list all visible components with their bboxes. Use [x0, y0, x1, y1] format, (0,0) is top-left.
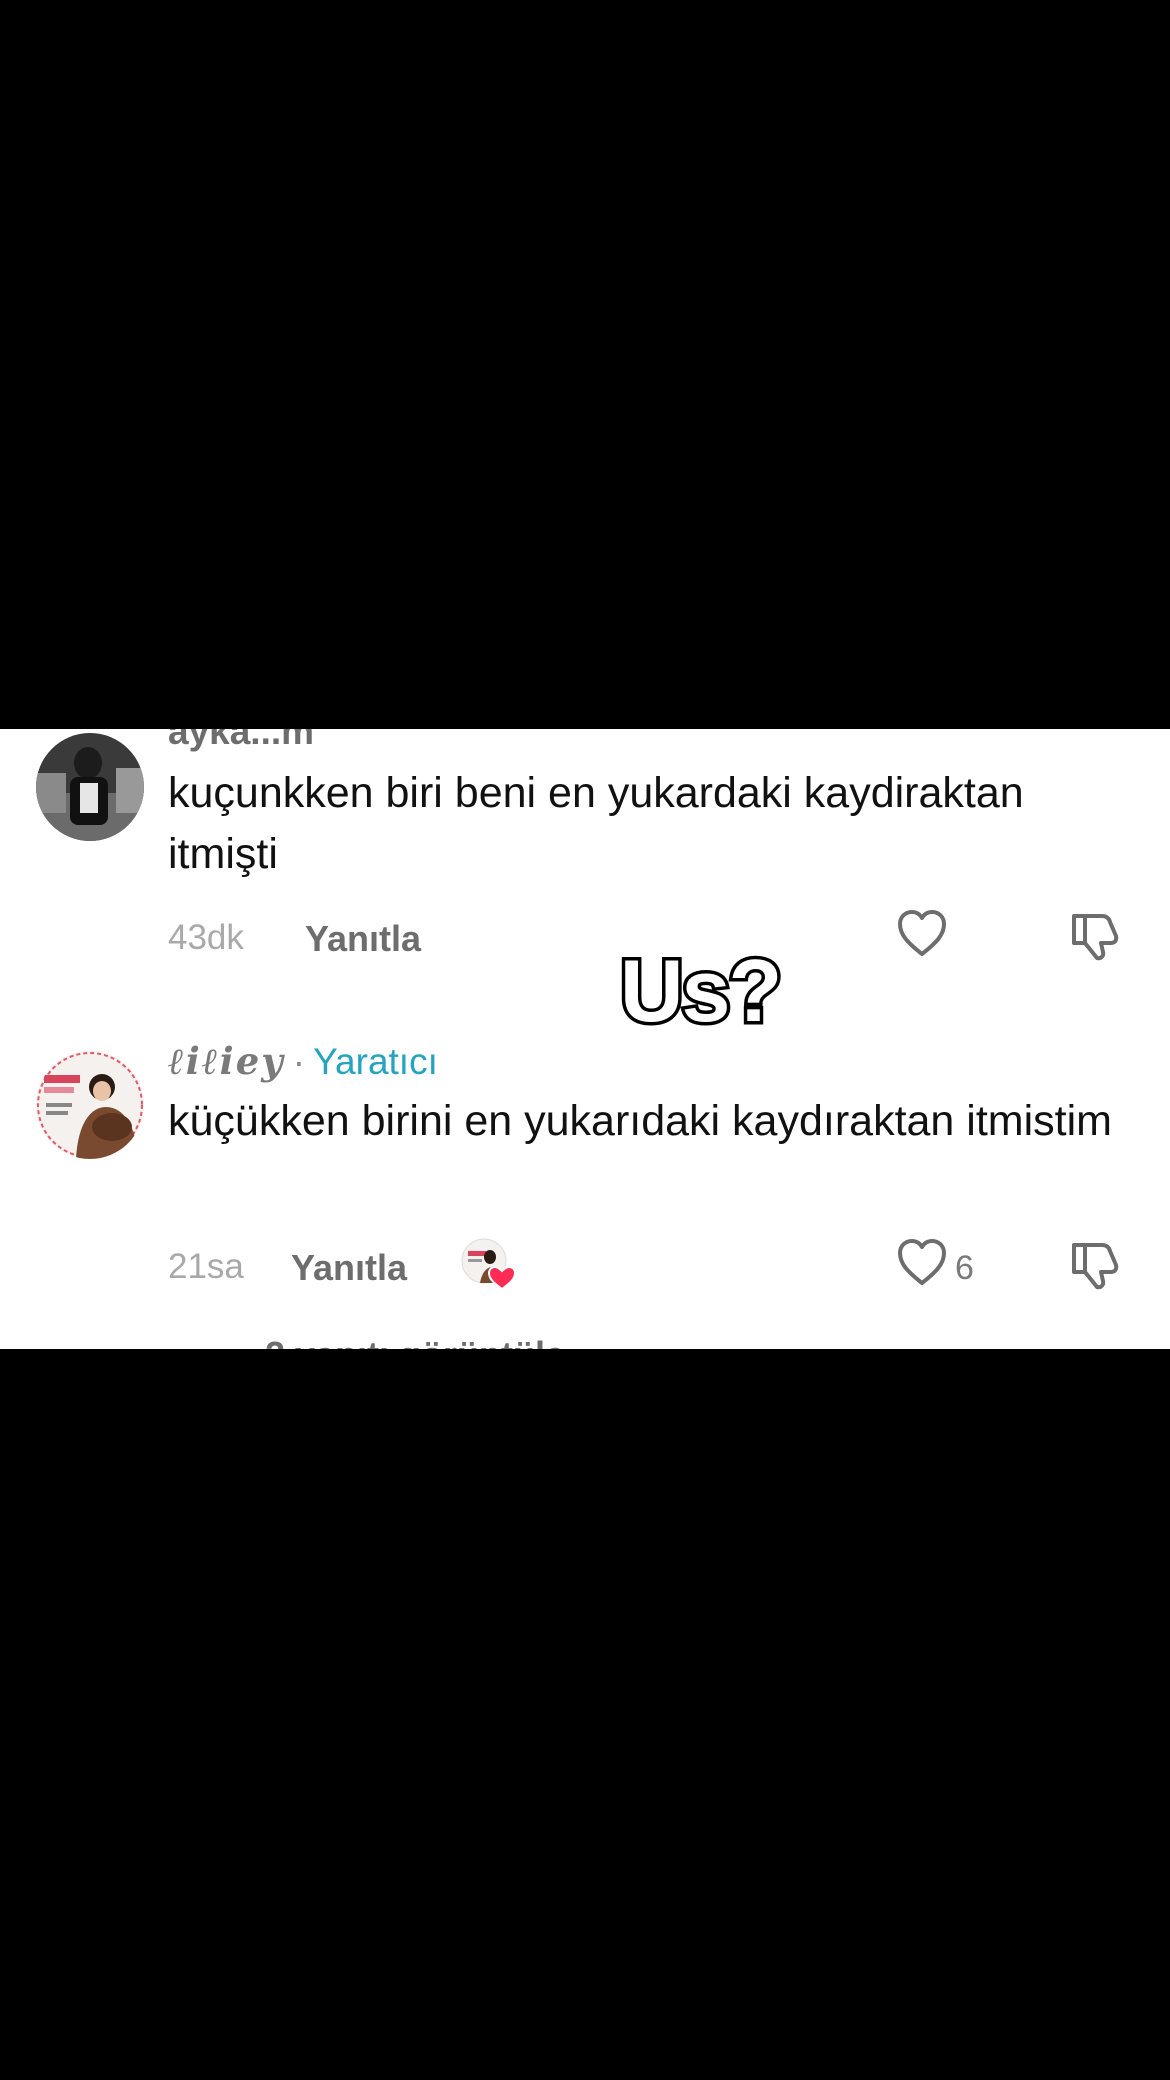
heart-outline-icon [898, 1239, 946, 1285]
creator-badge: Yaratıcı [313, 1041, 438, 1082]
username-text[interactable]: ℓiℓiey [168, 1039, 285, 1083]
video-area-top [0, 0, 1170, 729]
username-text[interactable]: ayka...m [168, 729, 314, 752]
comment-timestamp: 21sa [168, 1247, 244, 1286]
avatar[interactable] [36, 733, 144, 841]
video-caption-overlay: Us? [616, 938, 785, 1044]
comment-meta: 21sa Yanıtla 6 [168, 1237, 1128, 1297]
comment-username[interactable]: ayka...m [168, 729, 314, 753]
like-count: 6 [955, 1249, 974, 1287]
reply-button[interactable]: Yanıtla [291, 1247, 407, 1289]
comment-text: kuçunkken biri beni en yukardaki kaydira… [168, 769, 1024, 878]
video-area-bottom [0, 1349, 1170, 2080]
dislike-button[interactable] [1068, 1239, 1122, 1296]
reply-button[interactable]: Yanıtla [305, 918, 421, 960]
creator-liked-icon [460, 1237, 517, 1293]
like-button[interactable] [896, 908, 948, 963]
like-button[interactable] [896, 1237, 948, 1292]
avatar[interactable] [36, 1051, 144, 1159]
comment-text: küçükken birini en yukarıdaki kaydırakta… [168, 1097, 1112, 1145]
view-replies-button[interactable]: 2 yanıtı görüntüle [265, 1334, 565, 1349]
separator-dot: · [292, 1041, 306, 1082]
thumbs-down-icon [1072, 1243, 1119, 1290]
dislike-button[interactable] [1068, 910, 1122, 967]
thumbs-down-icon [1072, 914, 1119, 961]
heart-outline-icon [898, 910, 946, 956]
comments-panel: ayka...m kuçunkken biri beni en yukardak… [0, 729, 1170, 1349]
comment-timestamp: 43dk [168, 918, 244, 957]
comment-username-row: ℓiℓiey · Yaratıcı [168, 1039, 438, 1084]
